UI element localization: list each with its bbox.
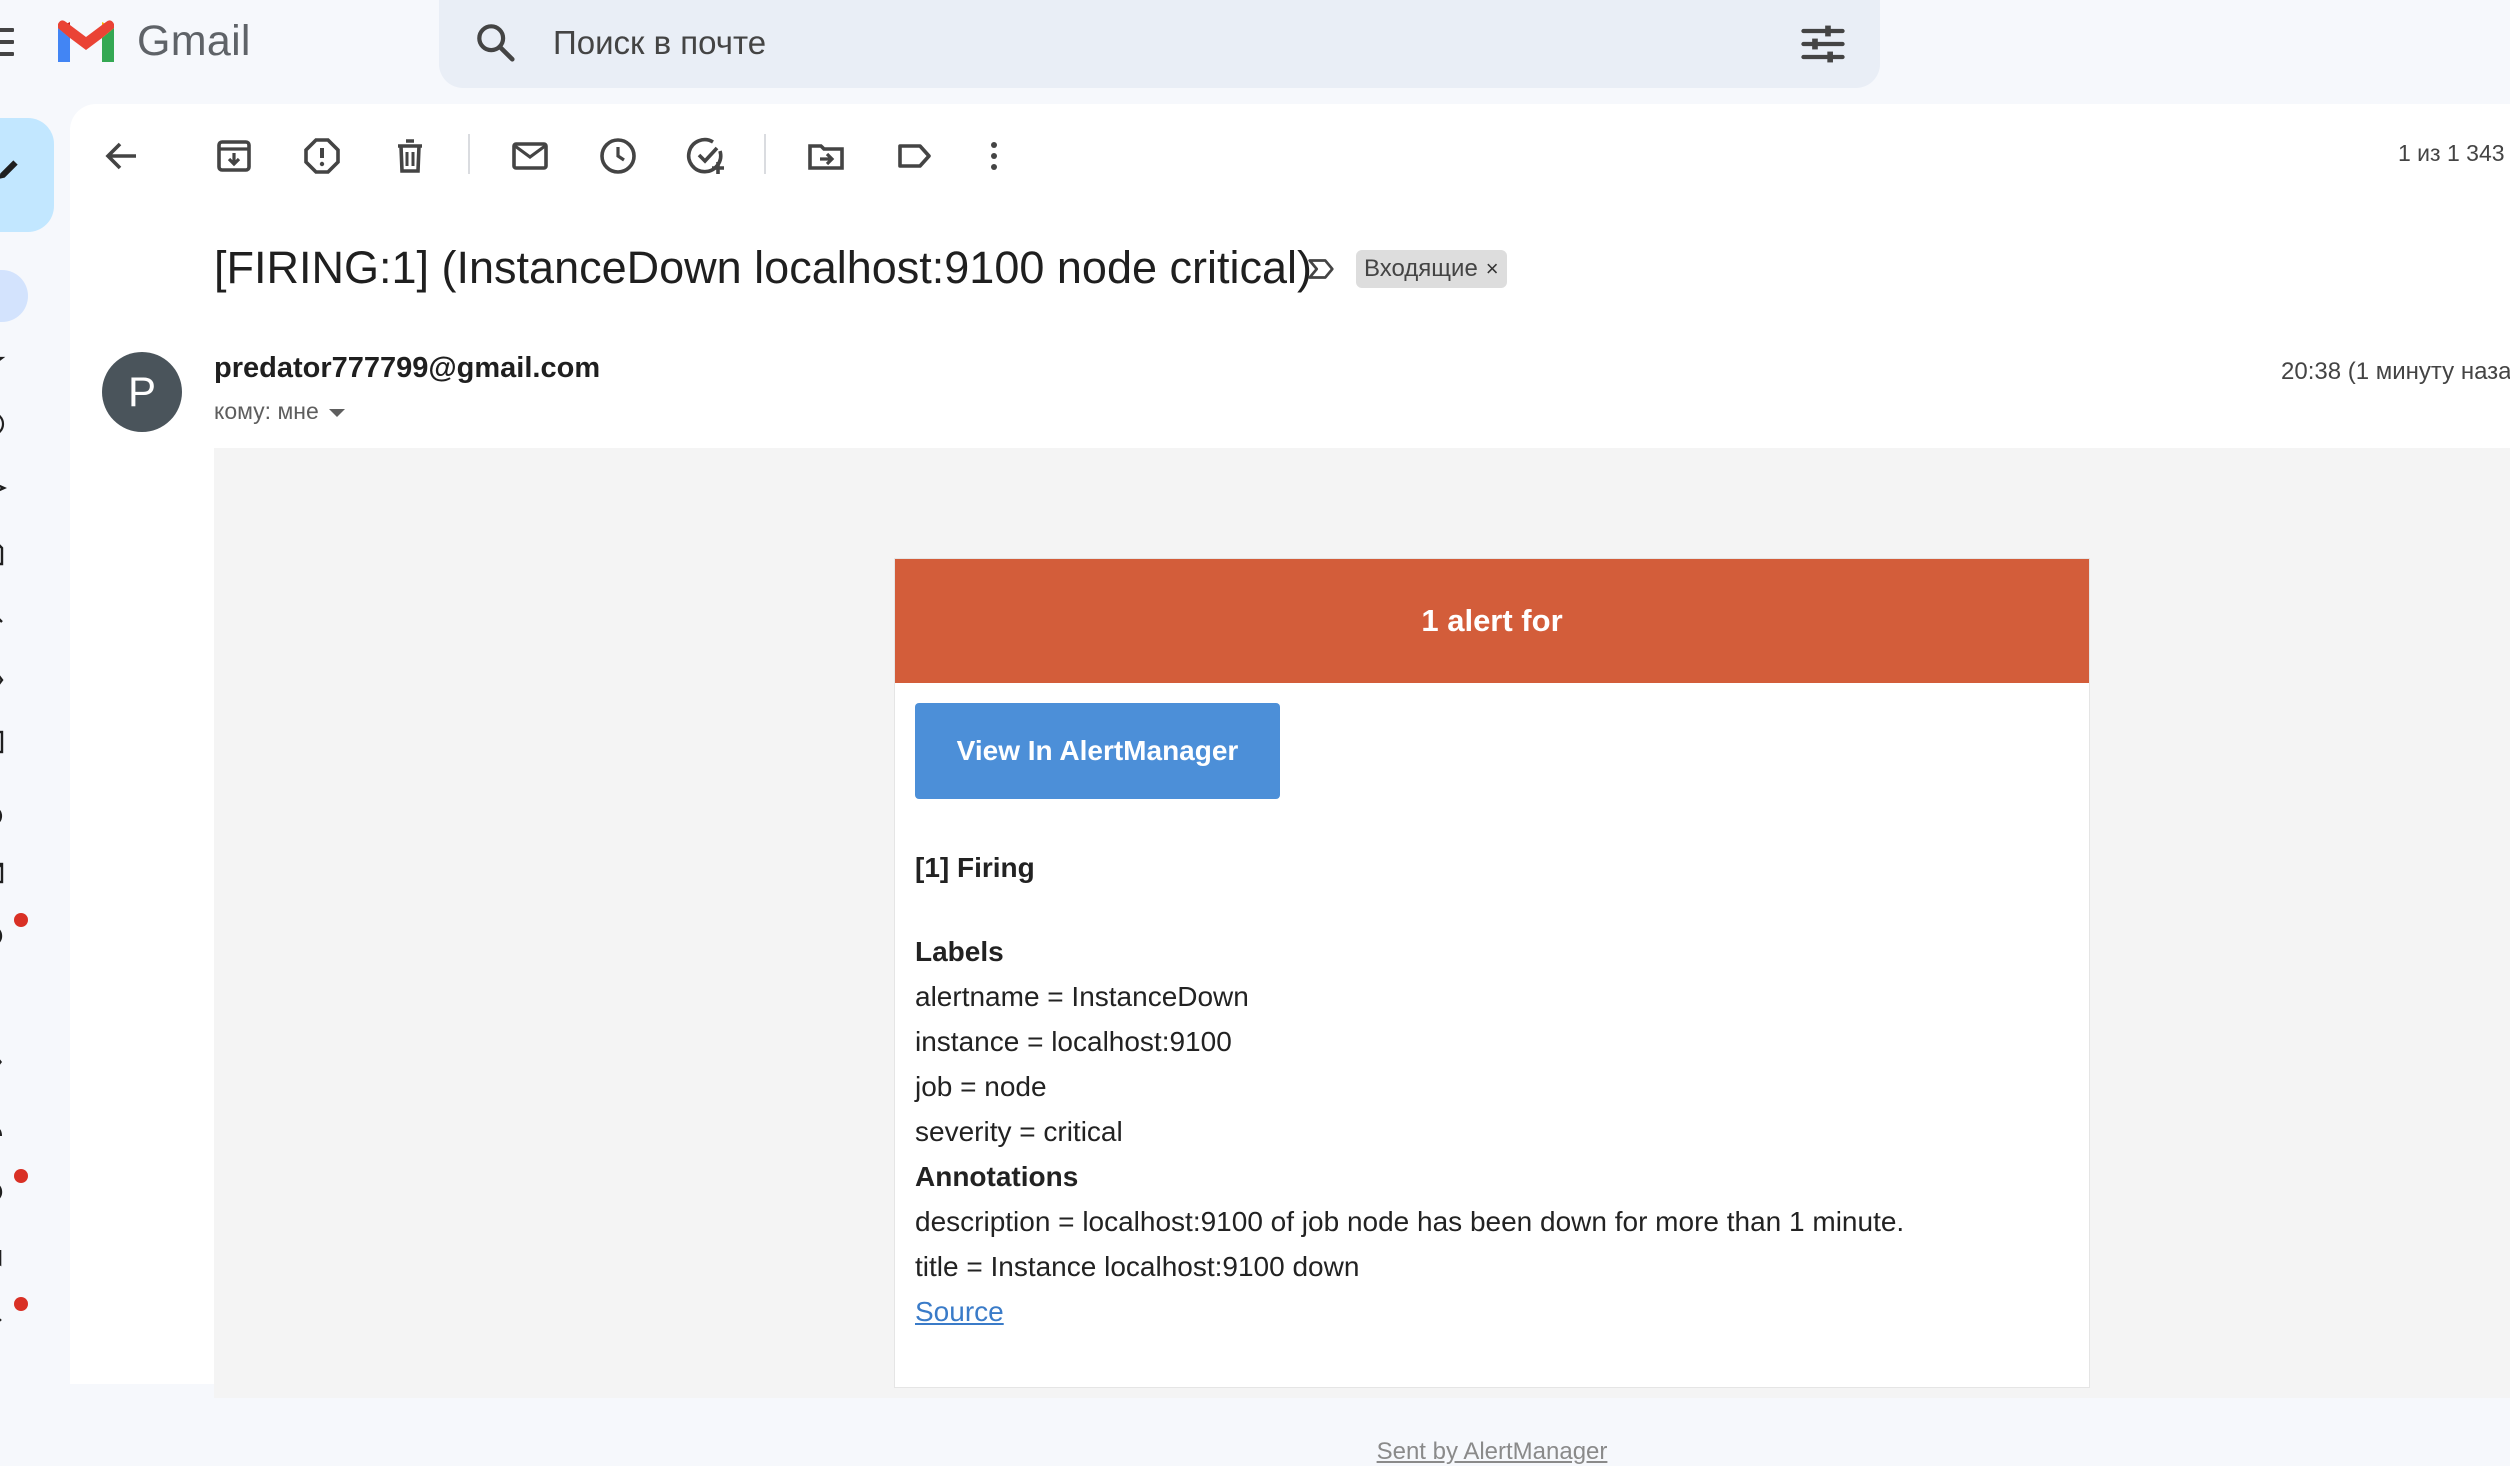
- sender-avatar[interactable]: P: [102, 352, 182, 432]
- move-to-button[interactable]: [802, 132, 850, 180]
- notification-dot: [14, 1297, 28, 1311]
- report-icon: [0, 929, 3, 943]
- inbox-icon: [0, 282, 12, 308]
- archive-icon: [217, 140, 251, 172]
- annotations-heading: Annotations: [915, 1161, 1079, 1192]
- pagination-counter: 1 из 1 343: [2398, 140, 2505, 166]
- email-subject: [FIRING:1] (InstanceDown localhost:9100 …: [214, 242, 1312, 293]
- notification-dot: [14, 1169, 28, 1183]
- recipient-details[interactable]: кому: мне: [214, 398, 345, 425]
- alert-details: [1] Firing Labels alertname = InstanceDo…: [915, 845, 2065, 1334]
- view-in-alertmanager-button[interactable]: View In AlertManager: [915, 703, 1280, 799]
- toolbar-divider: [764, 134, 766, 174]
- sidebar-item-starred[interactable]: [0, 340, 22, 380]
- outbox-icon: [0, 862, 4, 884]
- category-icon: [0, 1059, 2, 1065]
- send-icon: [0, 484, 7, 492]
- sidebar-item-less[interactable]: [0, 596, 22, 636]
- search-options-icon[interactable]: [1797, 18, 1849, 70]
- alert-header: 1 alert for: [895, 559, 2089, 683]
- inbox-label-text: Входящие: [1364, 255, 1478, 282]
- sender-email[interactable]: predator777799@gmail.com: [214, 352, 600, 385]
- mark-unread-button[interactable]: [506, 132, 554, 180]
- sidebar-item-outbox[interactable]: [0, 852, 22, 892]
- chevron-up-icon: [0, 618, 3, 623]
- pencil-icon: [0, 160, 18, 179]
- recipient-text: кому: мне: [214, 398, 319, 424]
- sidebar-item-categories[interactable]: [0, 1042, 22, 1082]
- inbox-label-chip[interactable]: Входящие ×: [1356, 250, 1507, 288]
- label-line: alertname = InstanceDown: [915, 981, 1249, 1012]
- sidebar-item-important[interactable]: [0, 660, 22, 700]
- labels-heading: Labels: [915, 936, 1004, 967]
- more-vert-icon: [991, 142, 997, 170]
- label-line: severity = critical: [915, 1116, 1123, 1147]
- message-pane: 1 из 1 343 [FIRING:1] (InstanceDown loca…: [70, 104, 2510, 1465]
- annotation-line: title = Instance localhost:9100 down: [915, 1251, 1360, 1282]
- sidebar-item-inbox[interactable]: [0, 270, 28, 322]
- label-line: job = node: [915, 1071, 1047, 1102]
- main-menu-icon[interactable]: [0, 24, 20, 64]
- people-icon: [0, 1129, 2, 1136]
- search-icon[interactable]: [473, 20, 519, 66]
- brand-name: Gmail: [137, 17, 251, 65]
- remove-label-icon[interactable]: ×: [1486, 256, 1499, 281]
- sidebar-item-all-mail[interactable]: [0, 722, 22, 762]
- sidebar-item-scheduled[interactable]: [0, 796, 22, 836]
- search-bar: [439, 0, 1880, 88]
- compose-button[interactable]: [0, 118, 54, 232]
- important-icon: [0, 675, 4, 685]
- search-input[interactable]: [551, 14, 1715, 72]
- back-button[interactable]: [98, 132, 146, 180]
- sidebar-item-forums[interactable]: [0, 1234, 22, 1274]
- draft-icon: [0, 544, 4, 566]
- add-task-icon: [686, 137, 724, 174]
- star-icon: [0, 356, 6, 361]
- email-timestamp: 20:38 (1 минуту наза: [2281, 358, 2510, 385]
- labels-button[interactable]: [890, 132, 938, 180]
- schedule-icon: [0, 809, 3, 823]
- sidebar-item-sent[interactable]: [0, 468, 22, 508]
- trash-icon: [0, 984, 16, 1012]
- sent-by-alertmanager-link[interactable]: Sent by AlertManager: [894, 1438, 2090, 1466]
- more-options-button[interactable]: [970, 132, 1018, 180]
- mail-icon: [512, 142, 548, 170]
- chevron-down-icon: [328, 408, 345, 417]
- report-spam-icon: [304, 138, 340, 174]
- email-body: 1 alert for View In AlertManager [1] Fir…: [214, 448, 2510, 1465]
- clock-icon: [600, 138, 636, 174]
- all-mail-icon: [0, 730, 4, 754]
- label-line: instance = localhost:9100: [915, 1026, 1232, 1057]
- info-icon: [0, 1185, 3, 1199]
- promotions-icon: [0, 1318, 2, 1322]
- sidebar-item-trash[interactable]: [0, 978, 22, 1018]
- sidebar-item-drafts[interactable]: [0, 532, 22, 572]
- delete-button[interactable]: [386, 132, 434, 180]
- label-icon: [898, 144, 931, 168]
- trash-icon: [398, 139, 422, 173]
- toolbar-divider: [468, 134, 470, 174]
- add-task-button[interactable]: [682, 132, 730, 180]
- forum-icon: [0, 1250, 2, 1267]
- source-link[interactable]: Source: [915, 1296, 1004, 1327]
- alert-card: 1 alert for View In AlertManager [1] Fir…: [894, 558, 2090, 1388]
- move-to-icon: [808, 144, 844, 170]
- notification-dot: [14, 913, 28, 927]
- archive-button[interactable]: [210, 132, 258, 180]
- important-marker-icon[interactable]: [1304, 252, 1338, 286]
- report-spam-button[interactable]: [298, 132, 346, 180]
- sidebar-item-snoozed[interactable]: [0, 404, 22, 444]
- sidebar-item-social[interactable]: [0, 1106, 22, 1146]
- arrow-back-icon: [105, 142, 136, 170]
- annotation-line: description = localhost:9100 of job node…: [915, 1206, 1905, 1237]
- gmail-logo-icon[interactable]: [54, 18, 118, 66]
- firing-count: [1] Firing: [915, 852, 1035, 883]
- clock-icon: [0, 414, 5, 434]
- snooze-button[interactable]: [594, 132, 642, 180]
